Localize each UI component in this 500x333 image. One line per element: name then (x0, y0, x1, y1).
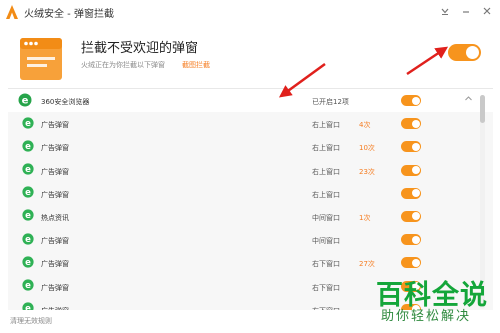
popup-item-row[interactable]: e 广告弹窗 右上窗口 4次 (8, 112, 493, 136)
svg-text:e: e (25, 281, 31, 291)
item-name: 广告弹窗 (41, 121, 69, 130)
group-name: 360安全浏览器 (41, 98, 90, 106)
collapse-chevron-icon[interactable] (464, 94, 473, 106)
item-toggle[interactable] (401, 187, 421, 199)
svg-text:e: e (22, 96, 29, 107)
ie-browser-icon: e (22, 256, 34, 268)
menu-icon[interactable] (438, 4, 452, 18)
arrow-to-toggle (406, 46, 449, 76)
item-toggle[interactable] (401, 234, 421, 246)
item-position: 右上窗口 (312, 144, 340, 153)
item-count: 27次 (359, 260, 375, 269)
screenshot-block-link[interactable]: 截图拦截 (182, 60, 210, 70)
svg-text:e: e (25, 142, 31, 152)
popup-item-row[interactable]: e 热点资讯 中间窗口 1次 (8, 204, 493, 229)
item-toggle[interactable] (401, 210, 421, 222)
ie-browser-icon: e (22, 186, 34, 198)
item-name: 热点资讯 (41, 213, 69, 222)
ie-browser-icon: e (22, 140, 34, 152)
svg-text:e: e (25, 188, 31, 198)
item-position: 右上窗口 (312, 121, 340, 130)
ie-browser-icon: e (22, 163, 34, 175)
item-count: 10次 (359, 144, 375, 153)
item-position: 右下窗口 (312, 306, 340, 310)
item-name: 广告弹窗 (41, 260, 69, 269)
clean-invalid-rules-link[interactable]: 清理无效规则 (10, 316, 52, 326)
popup-item-row[interactable]: e 广告弹窗 中间窗口 (8, 228, 493, 252)
close-icon[interactable] (480, 4, 494, 18)
item-position: 右上窗口 (312, 167, 340, 176)
item-name: 广告弹窗 (41, 237, 69, 246)
item-name: 广告弹窗 (41, 306, 69, 310)
ie-browser-icon: e (22, 117, 34, 129)
page-subtitle: 火绒正在为你拦截以下弹窗 (81, 61, 165, 69)
group-status: 已开启12项 (312, 98, 349, 106)
svg-text:e: e (25, 304, 31, 310)
svg-text:e: e (25, 235, 31, 245)
item-position: 右下窗口 (312, 283, 340, 292)
group-toggle[interactable] (401, 95, 421, 106)
item-toggle[interactable] (401, 257, 421, 269)
item-name: 广告弹窗 (41, 167, 69, 176)
item-position: 中间窗口 (312, 237, 340, 246)
item-name: 广告弹窗 (41, 144, 69, 153)
item-count: 4次 (359, 121, 371, 130)
item-toggle[interactable] (401, 141, 421, 153)
ie-browser-icon: e (18, 93, 32, 107)
item-toggle[interactable] (401, 164, 421, 176)
svg-text:e: e (25, 258, 31, 268)
svg-text:e: e (25, 119, 31, 129)
popup-item-row[interactable]: e 广告弹窗 右上窗口 (8, 181, 493, 205)
ie-browser-icon: e (22, 302, 34, 310)
item-name: 广告弹窗 (41, 190, 69, 199)
item-position: 右上窗口 (312, 190, 340, 199)
huorong-logo-icon (6, 5, 18, 19)
item-position: 中间窗口 (312, 213, 340, 222)
minimize-icon[interactable] (459, 4, 473, 18)
popup-window-icon (20, 38, 62, 80)
popup-item-row[interactable]: e 广告弹窗 右上窗口 10次 (8, 135, 493, 159)
item-toggle[interactable] (401, 118, 421, 130)
window-title: 火绒安全 - 弹窗拦截 (24, 9, 114, 20)
svg-text:e: e (25, 165, 31, 175)
scrollbar-thumb[interactable] (480, 95, 485, 123)
ie-browser-icon: e (22, 279, 34, 291)
item-name: 广告弹窗 (41, 283, 69, 292)
master-toggle[interactable] (448, 44, 481, 61)
popup-item-row[interactable]: e 广告弹窗 右下窗口 27次 (8, 251, 493, 275)
ie-browser-icon: e (22, 209, 34, 221)
svg-text:e: e (25, 211, 31, 221)
item-count: 23次 (359, 167, 375, 176)
title-bar: 火绒安全 - 弹窗拦截 (0, 0, 500, 24)
watermark-subtitle: 助你轻松解决 (381, 309, 472, 324)
browser-group-row[interactable]: e 360安全浏览器 已开启12项 (8, 89, 493, 113)
item-position: 右下窗口 (312, 260, 340, 269)
popup-item-row[interactable]: e 广告弹窗 右上窗口 23次 (8, 158, 493, 182)
page-title: 拦截不受欢迎的弹窗 (81, 41, 199, 56)
item-count: 1次 (359, 213, 371, 222)
ie-browser-icon: e (22, 233, 34, 245)
